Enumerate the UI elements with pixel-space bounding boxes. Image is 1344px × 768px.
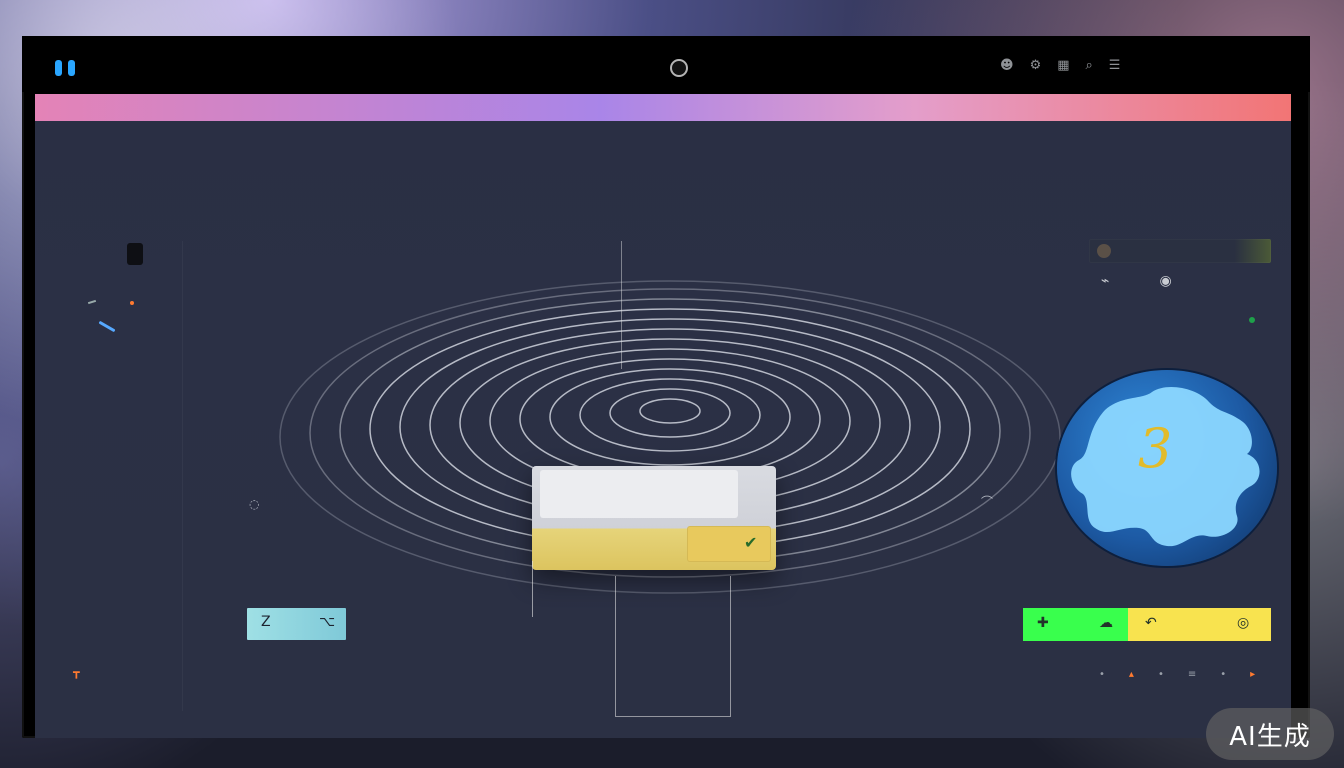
center-card[interactable]: ✔	[532, 466, 776, 570]
orange-arrow-icon[interactable]: ▴	[1129, 669, 1134, 680]
check-icon: ✔	[744, 533, 758, 552]
right-icons: ⌁ ◉	[1101, 273, 1172, 289]
app-logo-icon[interactable]	[55, 60, 75, 76]
action-bar: ✚ ☁ ↶ ◎	[1023, 608, 1271, 641]
left-panel	[52, 241, 183, 711]
toggle-right-label[interactable]: ⌥	[319, 614, 335, 630]
dot-icon[interactable]: •	[1158, 669, 1164, 680]
right-search-input[interactable]	[1089, 239, 1271, 263]
topbar-icons: ☻ ⚙ ▦ ⌕ ☰	[1000, 58, 1120, 73]
badge-number: 3	[1138, 417, 1173, 480]
guide-line	[621, 241, 622, 369]
status-dot-icon	[130, 301, 134, 305]
avatar[interactable]	[127, 243, 143, 265]
camera-icon	[670, 59, 688, 77]
grid-icon[interactable]: ▦	[1057, 58, 1069, 73]
bottom-right-icons: • ▴ • ≡ • ▸	[1099, 669, 1255, 680]
tab-indicator	[87, 299, 97, 305]
bottom-left-icon[interactable]: ┳	[73, 666, 80, 679]
menu-icon[interactable]: ☰	[1109, 58, 1121, 73]
monitor-frame: ☻ ⚙ ▦ ⌕ ☰ ◌ ⌒ ✔ Z ⌥ ⌁ ◉ 3 ✚ ☁ ↶ ◎ ┳ • ▴ …	[22, 36, 1310, 738]
plus-icon[interactable]: ✚	[1037, 615, 1049, 631]
gradient-strip	[35, 94, 1291, 121]
watermark: AI生成	[1206, 708, 1334, 760]
undo-icon[interactable]: ↶	[1145, 615, 1157, 631]
status-green-dot-icon	[1249, 317, 1255, 323]
settings-icon[interactable]: ⚙	[1030, 58, 1042, 73]
pencil-icon[interactable]	[98, 320, 116, 333]
profile-icon[interactable]: ☻	[1000, 58, 1014, 73]
confirm-button[interactable]: ✔	[687, 526, 771, 562]
header-row	[35, 121, 1291, 157]
user-icon	[1097, 244, 1111, 258]
left-control-icon[interactable]: ◌	[249, 497, 259, 511]
target-icon[interactable]: ◎	[1237, 615, 1249, 631]
card-header	[540, 470, 738, 518]
eye-icon[interactable]: ◉	[1159, 273, 1171, 289]
main-screen: ◌ ⌒ ✔ Z ⌥ ⌁ ◉ 3 ✚ ☁ ↶ ◎ ┳ • ▴ • ≡ • ▸	[35, 121, 1291, 738]
dot-icon[interactable]: •	[1220, 669, 1226, 680]
top-bar: ☻ ⚙ ▦ ⌕ ☰	[22, 36, 1310, 92]
line-icon[interactable]: ≡	[1188, 669, 1196, 680]
guide-line-left	[532, 561, 533, 617]
orange-arrow-icon[interactable]: ▸	[1250, 669, 1255, 680]
search-icon[interactable]: ⌕	[1086, 58, 1093, 73]
dot-icon[interactable]: •	[1099, 669, 1105, 680]
cloud-icon[interactable]: ☁	[1099, 615, 1113, 631]
left-toggle[interactable]: Z ⌥	[247, 608, 346, 640]
guide-frame	[615, 576, 731, 717]
share-icon[interactable]: ⌁	[1101, 273, 1109, 289]
toggle-left-label[interactable]: Z	[261, 614, 271, 630]
